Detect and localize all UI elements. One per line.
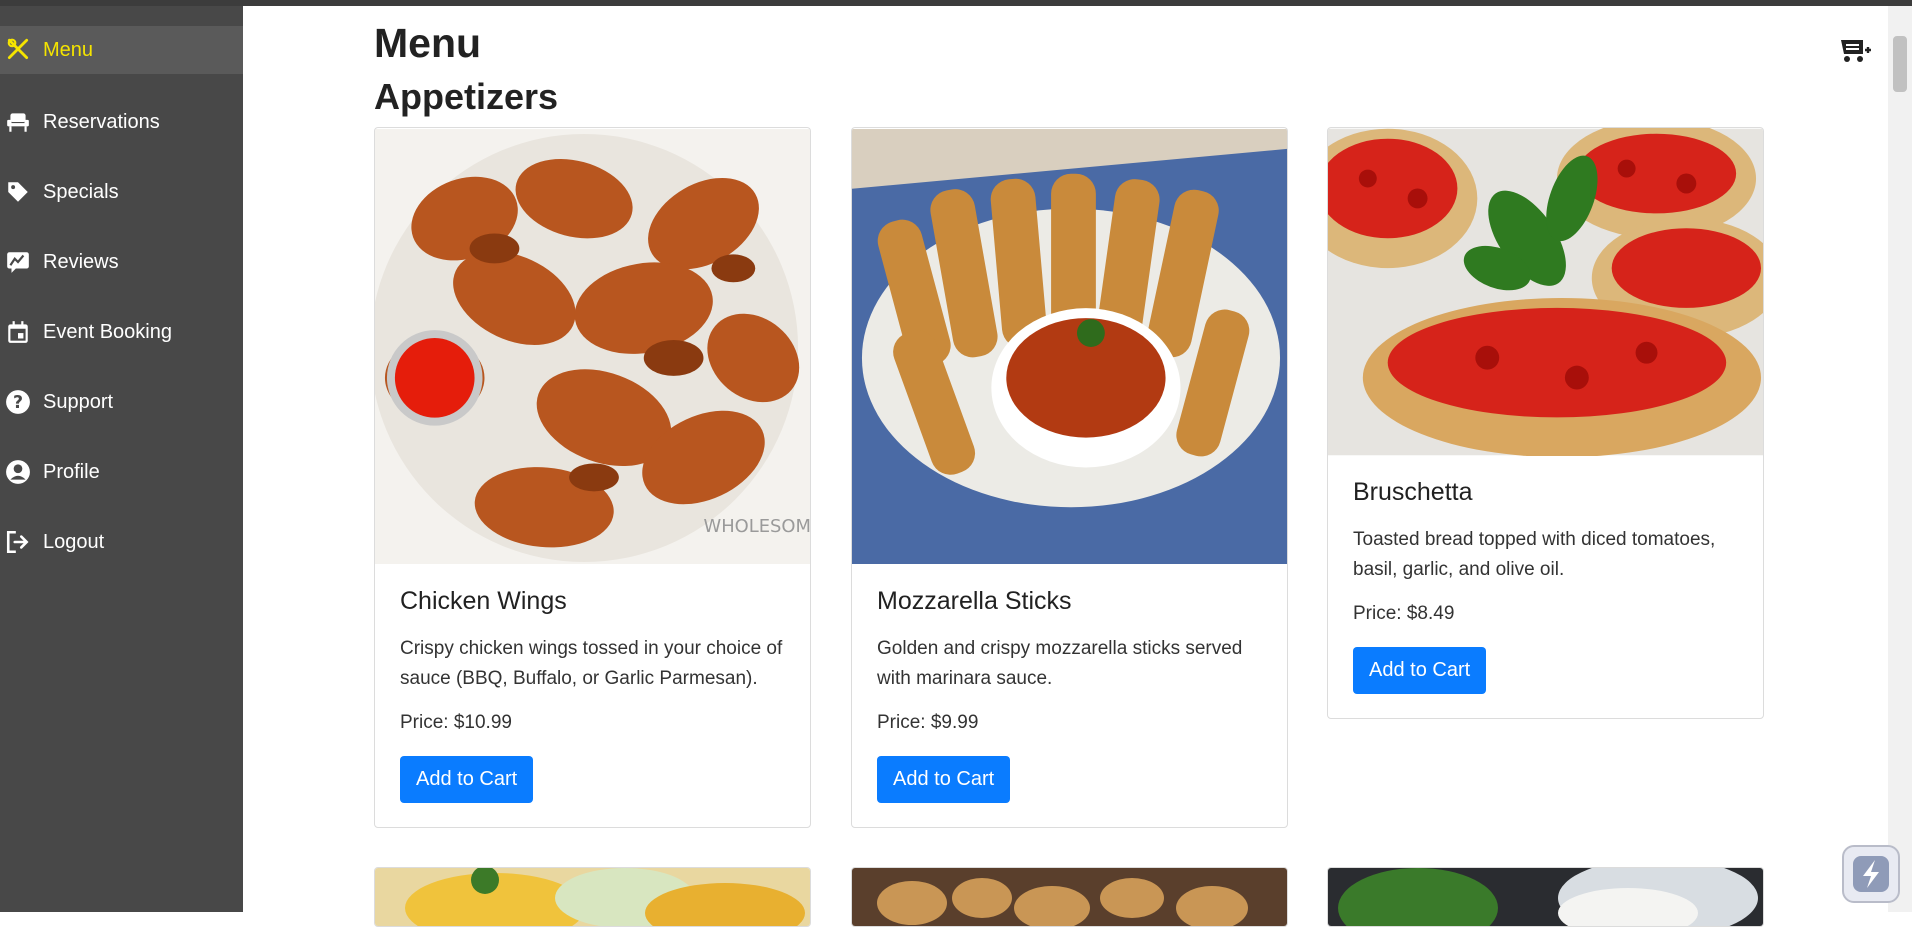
card-title: Bruschetta [1353,478,1473,506]
assistant-widget-button[interactable] [1842,845,1900,903]
chicken-wings-image: WHOLESOM [375,129,810,564]
section-title: Appetizers [374,76,559,117]
main-content: Menu Appetizers WHOLESOM Chicken Wings C… [243,6,1888,927]
sidebar-item-label: Reviews [43,250,119,273]
card-description: Golden and crispy mozzarella sticks serv… [877,638,1243,689]
card-description: Toasted bread topped with diced tomatoes… [1353,529,1716,580]
menu-card: Bruschetta Toasted bread topped with dic… [1327,127,1764,719]
card-title: Chicken Wings [400,587,567,615]
sidebar-item-label: Specials [43,180,119,203]
cart-icon[interactable] [1838,34,1872,64]
menu-card [374,867,811,927]
card-price: Price: $9.99 [877,712,979,733]
tag-icon [4,178,32,206]
sidebar-item-support[interactable]: ? Support [0,378,243,426]
card-price: Price: $8.49 [1353,603,1455,624]
svg-text:WHOLESOM: WHOLESOM [703,516,810,537]
sidebar-item-profile[interactable]: Profile [0,448,243,496]
lightning-icon [1853,856,1889,892]
menu-card: Mozzarella Sticks Golden and crispy mozz… [851,127,1288,828]
sidebar-item-label: Profile [43,460,100,483]
review-icon [4,248,32,276]
sidebar-item-label: Support [43,390,114,413]
menu-card [851,867,1288,927]
add-to-cart-button[interactable]: Add to Cart [400,756,534,803]
menu-card: WHOLESOM Chicken Wings Crispy chicken wi… [374,127,811,828]
sidebar-item-specials[interactable]: Specials [0,168,243,216]
card-description: Crispy chicken wings tossed in your choi… [400,638,783,689]
sidebar-item-event-booking[interactable]: Event Booking [0,308,243,356]
page-title: Menu [374,20,482,66]
svg-text:?: ? [13,393,23,413]
page-scrollbar[interactable] [1888,6,1912,912]
dip-image [1328,868,1763,926]
sidebar-item-reviews[interactable]: Reviews [0,238,243,286]
utensils-icon [4,36,32,64]
question-icon: ? [4,388,32,416]
add-to-cart-button[interactable]: Add to Cart [877,756,1011,803]
sidebar-item-label: Reservations [43,110,160,133]
calendar-icon [4,318,32,346]
sidebar-item-label: Menu [43,38,94,61]
mozzarella-sticks-image [852,129,1287,565]
scrollbar-thumb[interactable] [1893,36,1907,92]
add-to-cart-button[interactable]: Add to Cart [1353,647,1487,694]
user-circle-icon [4,458,32,486]
menu-card [1327,867,1764,927]
sidebar-item-logout[interactable]: Logout [0,518,243,566]
card-title: Mozzarella Sticks [877,587,1072,615]
sidebar-item-label: Logout [43,530,105,553]
sidebar: Menu Reservations Specials Reviews Event… [0,6,243,912]
sidebar-item-label: Event Booking [43,320,172,343]
nachos-image [375,868,810,926]
bruschetta-image [1328,128,1763,456]
chair-icon [4,108,32,136]
logout-icon [4,528,32,556]
sidebar-item-menu[interactable]: Menu [0,26,243,74]
sidebar-item-reservations[interactable]: Reservations [0,98,243,146]
card-price: Price: $10.99 [400,712,512,733]
crackers-image [852,868,1287,926]
